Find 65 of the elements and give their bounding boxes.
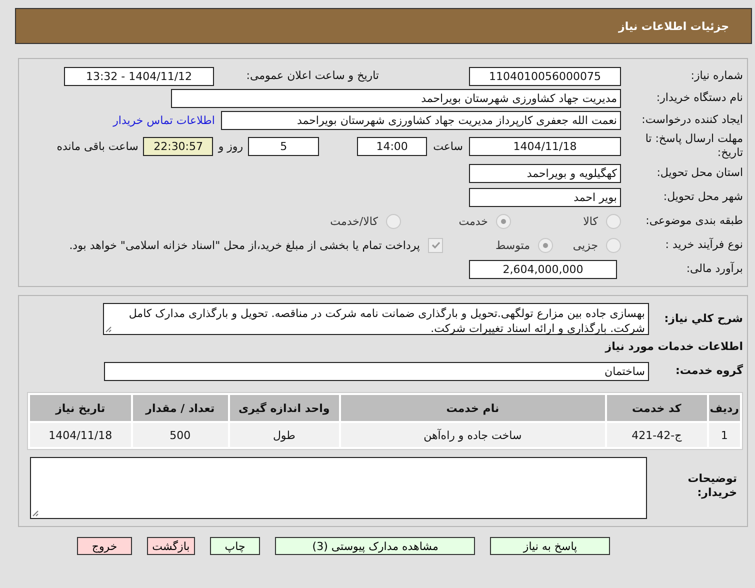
table-cell: 1 xyxy=(708,423,740,447)
field-label: طبقه بندی موضوعی: xyxy=(644,214,743,228)
field-label: شهر محل تحویل: xyxy=(662,190,743,204)
action-button[interactable]: خروج xyxy=(76,537,132,555)
field-label: گروه خدمت: xyxy=(674,364,743,378)
budget-field: 2,604,000,000 xyxy=(469,260,617,278)
radio-label: متوسط xyxy=(495,238,530,252)
column-header: کد خدمت xyxy=(606,395,707,421)
buyer-org-field: مدیریت جهاد کشاورزی شهرستان بویراحمد xyxy=(171,88,621,108)
city-field: بویر احمد xyxy=(469,188,621,206)
column-header: نام خدمت xyxy=(340,395,605,421)
radio-button[interactable] xyxy=(496,214,511,228)
action-button[interactable]: چاپ xyxy=(210,537,260,555)
table-cell: طول xyxy=(230,423,339,447)
announce-date-field: 1404/11/12 - 13:32 xyxy=(64,66,214,86)
need-number-field: 1104010056000075 xyxy=(469,66,621,86)
field-label: برآورد مالی: xyxy=(685,262,743,276)
contact-link[interactable]: اطلاعات تماس خریدار xyxy=(113,114,215,126)
radio-button[interactable] xyxy=(606,214,621,228)
column-header: واحد اندازه گیری xyxy=(230,395,339,421)
deadline-time-field: 14:00 xyxy=(357,136,428,156)
field-label: شرح کلي نياز: xyxy=(663,312,743,326)
action-button[interactable]: مشاهده مدارک پیوستی (3) xyxy=(275,537,476,555)
column-header: ردیف xyxy=(708,395,740,421)
remaining-label: ساعت باقی مانده xyxy=(56,140,138,152)
field-label: استان محل تحویل: xyxy=(656,166,743,180)
payment-note: پرداخت تمام یا بخشی از مبلغ خرید،از محل "اسناد خزانه اسلامی" خواهد بود. xyxy=(69,238,420,252)
column-header: تاریخ نیاز xyxy=(30,395,131,421)
field-label: توضیحات خریدار: xyxy=(686,472,738,500)
radio-label: جزیی xyxy=(572,238,598,252)
radio-button[interactable] xyxy=(538,238,553,252)
column-header: تعداد / مقدار xyxy=(132,395,228,421)
field-label: مهلت ارسال پاسخ: تا تاریخ: xyxy=(644,132,743,160)
field-label: نام دستگاه خریدار: xyxy=(655,91,743,105)
deadline-date-field: 1404/11/18 xyxy=(469,136,621,156)
radio-button[interactable] xyxy=(606,238,621,252)
days-field: 5 xyxy=(248,136,320,156)
resize-grip-icon[interactable] xyxy=(105,326,112,333)
action-button[interactable]: پاسخ به نیاز xyxy=(490,537,610,555)
radio-label: کالا/خدمت xyxy=(330,214,378,228)
requester-field: نعمت الله جعفری کارپرداز مدیریت جهاد کشاورزی شهرستان بویراحمد xyxy=(221,110,621,130)
table-cell: 500 xyxy=(132,423,228,447)
description-textarea[interactable]: بهسازی جاده بین مزارع تولگهی.تحویل و بارگذاری ضمانت نامه شرکت در مناقصه. تحویل و بارگذاری مدارک کامل شرکت. بارگذاری و ارائه اسناد تغییرات شرکت. xyxy=(103,303,649,335)
action-button[interactable]: بازگشت xyxy=(147,537,195,555)
province-field: کهگیلویه و بویراحمد xyxy=(469,164,621,182)
table-cell: ساخت جاده و راه‌آهن xyxy=(340,423,605,447)
field-label: ایجاد کننده درخواست: xyxy=(640,113,743,127)
field-label: نوع فرآیند خرید : xyxy=(664,238,743,252)
section-heading: اطلاعات خدمات مورد نیاز xyxy=(604,340,743,354)
service-group-field: ساختمان xyxy=(104,362,649,380)
table-cell: ج-42-421 xyxy=(606,423,707,447)
table-cell: 1404/11/18 xyxy=(30,423,131,447)
time-label: ساعت xyxy=(433,140,463,152)
resize-grip-icon[interactable] xyxy=(32,510,39,517)
radio-button[interactable] xyxy=(386,214,401,228)
remaining-time-field: 22:30:57 xyxy=(143,136,214,156)
radio-label: خدمت xyxy=(458,214,488,228)
days-label: روز و xyxy=(218,140,244,152)
radio-label: کالا xyxy=(583,214,598,228)
field-label: شماره نیاز: xyxy=(690,69,743,83)
checkbox[interactable] xyxy=(428,238,443,252)
check-icon xyxy=(430,240,440,250)
page-title: جزئیات اطلاعات نیاز xyxy=(618,20,729,32)
buyer-notes-textarea[interactable] xyxy=(30,457,647,519)
field-label: تاریخ و ساعت اعلان عمومی: xyxy=(245,69,380,83)
